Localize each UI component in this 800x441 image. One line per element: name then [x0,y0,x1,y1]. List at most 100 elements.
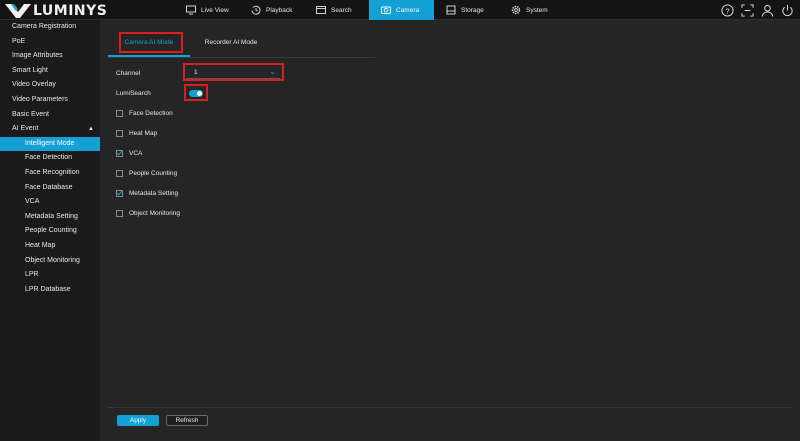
sidebar-item-label: Face Database [25,183,73,191]
option-face-detection[interactable]: Face Detection [116,110,173,117]
help-icon[interactable]: ? [720,3,734,17]
nav-live-view[interactable]: Live View [174,0,239,20]
nav-camera[interactable]: Camera [369,0,434,20]
channel-value: 1 [194,69,198,76]
chevron-up-icon: ▲ [88,126,94,133]
sidebar-item-poe[interactable]: PoE [0,35,100,50]
sidebar-item-label: Face Recognition [25,168,80,176]
footer-bar: Apply Refresh [108,407,792,441]
sidebar-item-face-database[interactable]: Face Database [0,181,100,196]
sidebar-item-object-monitoring[interactable]: Object Monitoring [0,254,100,269]
sidebar-item-metadata-setting[interactable]: Metadata Setting [0,210,100,225]
fullscreen-icon[interactable] [740,3,754,17]
checkbox[interactable] [116,170,123,177]
nav-search[interactable]: Search [304,0,369,20]
history-icon [251,5,261,15]
nav-system[interactable]: System [499,0,564,20]
main-content: Camera AI Mode Recorder AI Mode Channel … [100,20,800,441]
chevron-down-icon: ⌄ [269,67,276,76]
sidebar: Camera Registration PoE Image Attributes… [0,20,100,441]
sidebar-item-label: Video Parameters [12,95,68,103]
checkbox[interactable] [116,210,123,217]
gear-icon [511,5,521,15]
tab-camera-ai-mode[interactable]: Camera AI Mode [108,33,190,57]
nav-playback[interactable]: Playback [239,0,304,20]
sidebar-item-label: Object Monitoring [25,256,80,264]
sidebar-item-ai-event[interactable]: AI Event ▲ [0,122,100,137]
mode-tabs: Camera AI Mode Recorder AI Mode [108,33,375,58]
camera-icon [381,6,391,14]
sidebar-item-label: Video Overlay [12,81,56,89]
option-metadata-setting[interactable]: Metadata Setting [116,190,178,197]
sidebar-item-label: Metadata Setting [25,212,78,220]
folder-search-icon [316,6,326,14]
top-right-tools: ? [720,3,794,17]
lumisearch-toggle[interactable] [189,90,203,97]
nav-label: Camera [396,6,420,14]
sidebar-item-label: Face Detection [25,154,73,162]
sidebar-item-label: Intelligent Mode [25,139,75,147]
sidebar-item-image-attributes[interactable]: Image Attributes [0,49,100,64]
tab-recorder-ai-mode[interactable]: Recorder AI Mode [190,33,272,57]
option-label: People Counting [129,170,178,177]
option-label: Heat Map [129,130,158,137]
sidebar-item-label: Basic Event [12,110,49,118]
sidebar-item-label: PoE [12,37,26,45]
monitor-icon [186,5,196,15]
option-object-monitoring[interactable]: Object Monitoring [116,210,180,217]
option-label: Object Monitoring [129,210,180,217]
sidebar-item-vca[interactable]: VCA [0,195,100,210]
checkbox[interactable] [116,110,123,117]
sidebar-item-camera-registration[interactable]: Camera Registration [0,20,100,35]
sidebar-item-video-overlay[interactable]: Video Overlay [0,78,100,93]
sidebar-item-label: Camera Registration [12,23,77,30]
brand-name: LUMINYS [33,2,108,19]
sidebar-item-video-parameters[interactable]: Video Parameters [0,93,100,108]
sidebar-item-label: Image Attributes [12,52,63,60]
sidebar-item-people-counting[interactable]: People Counting [0,224,100,239]
nav-storage[interactable]: Storage [434,0,499,20]
nav-label: Live View [201,6,229,14]
lumisearch-label: LumiSearch [116,90,151,97]
checkbox[interactable] [116,190,123,197]
sidebar-item-heat-map[interactable]: Heat Map [0,239,100,254]
refresh-button[interactable]: Refresh [166,415,208,426]
user-icon[interactable] [760,3,774,17]
checkbox[interactable] [116,130,123,137]
nav-label: Playback [266,6,293,14]
sidebar-item-label: People Counting [25,227,77,235]
option-people-counting[interactable]: People Counting [116,170,177,177]
main-nav: Live View Playback Search Camera Storage… [174,0,564,20]
logo-mark-icon [5,3,31,18]
sidebar-item-intelligent-mode[interactable]: Intelligent Mode [0,136,100,152]
nav-label: Search [331,6,352,14]
sidebar-item-label: Heat Map [25,241,56,249]
nav-label: Storage [461,6,484,14]
sidebar-item-face-detection[interactable]: Face Detection [0,151,100,166]
sidebar-item-basic-event[interactable]: Basic Event [0,108,100,123]
sidebar-item-label: VCA [25,198,40,206]
sidebar-item-face-recognition[interactable]: Face Recognition [0,166,100,181]
svg-text:?: ? [725,6,729,15]
channel-label: Channel [116,70,141,77]
sidebar-item-lpr[interactable]: LPR [0,268,100,283]
option-vca[interactable]: VCA [116,150,142,157]
nav-label: System [526,6,548,14]
apply-button[interactable]: Apply [117,415,159,426]
option-label: VCA [129,150,143,157]
sidebar-item-lpr-database[interactable]: LPR Database [0,283,100,298]
brand-logo: LUMINYS [5,2,107,19]
sidebar-item-label: LPR [25,271,39,279]
option-heat-map[interactable]: Heat Map [116,130,157,137]
sidebar-item-label: Smart Light [12,66,48,74]
power-icon[interactable] [780,3,794,17]
sidebar-item-label: AI Event [12,125,39,133]
option-label: Face Detection [129,110,173,117]
sidebar-item-label: LPR Database [25,285,71,293]
channel-select[interactable]: 1 ⌄ [186,67,280,79]
top-bar: LUMINYS Live View Playback Search Camera… [0,0,800,20]
storage-icon [446,5,456,15]
checkbox[interactable] [116,150,123,157]
sidebar-item-smart-light[interactable]: Smart Light [0,64,100,79]
option-label: Metadata Setting [129,190,179,197]
